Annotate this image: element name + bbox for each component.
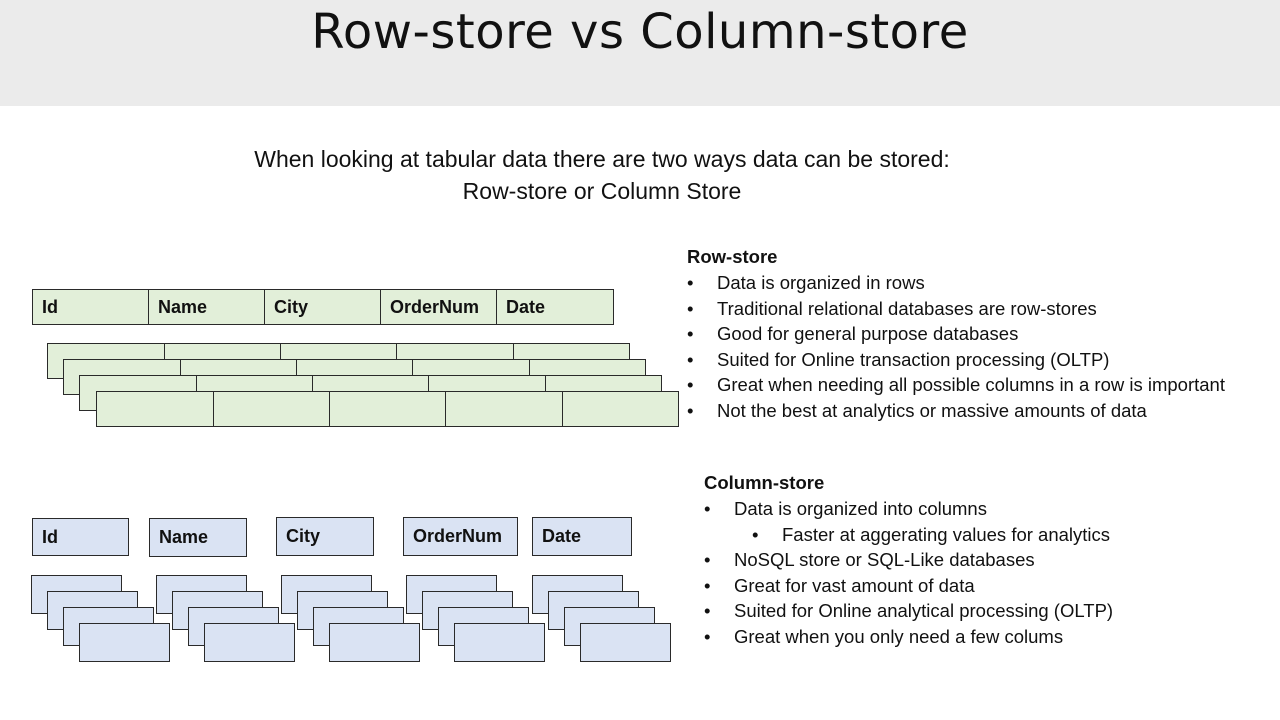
slide-title: Row-store vs Column-store bbox=[311, 4, 969, 60]
col-header-ordernum: OrderNum bbox=[403, 517, 518, 556]
col-header-name: Name bbox=[149, 518, 247, 557]
row-header-id: Id bbox=[32, 289, 149, 325]
list-item: • Data is organized in rows bbox=[687, 272, 925, 293]
row-header-city: City bbox=[264, 289, 381, 325]
row-store-panel: Row-store • Data is organized in rows • Tr… bbox=[687, 244, 1225, 424]
list-item: • Suited for Online transaction processin… bbox=[687, 348, 1110, 370]
col-header-city: City bbox=[276, 517, 374, 556]
list-item-nested: • Faster at aggerating values for analyti… bbox=[752, 523, 1111, 545]
row-header-ordernum: OrderNum bbox=[380, 289, 497, 325]
column-store-panel: Column-store • Data is organized into col… bbox=[704, 470, 1113, 650]
intro-line-2: Row-store or Column Store bbox=[462, 178, 742, 204]
row-header-date: Date bbox=[496, 289, 614, 325]
row-store-bullets: • Data is organized in rows • Traditional … bbox=[687, 270, 1225, 424]
list-item: • Data is organized into columns bbox=[704, 498, 987, 519]
row-header-name: Name bbox=[148, 289, 265, 325]
list-item: • Suited for Online analytical processing… bbox=[704, 600, 1114, 622]
list-item: • Not the best at analytics or massive am… bbox=[687, 399, 1147, 421]
row-store-heading: Row-store bbox=[687, 246, 778, 267]
row-record bbox=[96, 391, 679, 427]
column-store-bullets: • Data is organized into columns • Faster … bbox=[704, 496, 1113, 650]
list-item: • Great when needing all possible columns… bbox=[687, 374, 1225, 396]
col-header-date: Date bbox=[532, 517, 632, 556]
list-item: • Traditional relational databases are ro… bbox=[687, 297, 1097, 319]
intro-line-1: When looking at tabular data there are t… bbox=[254, 146, 950, 172]
column-store-heading: Column-store bbox=[704, 472, 825, 493]
list-item: • Great when you only need a few colums bbox=[704, 625, 1064, 647]
col-header-id: Id bbox=[32, 518, 129, 556]
list-item: • Good for general purpose databases bbox=[687, 323, 1019, 345]
list-item: • Great for vast amount of data bbox=[704, 574, 975, 596]
intro-text: When looking at tabular data there are t… bbox=[202, 143, 1002, 207]
list-item: • NoSQL store or SQL-Like databases bbox=[704, 549, 1035, 571]
